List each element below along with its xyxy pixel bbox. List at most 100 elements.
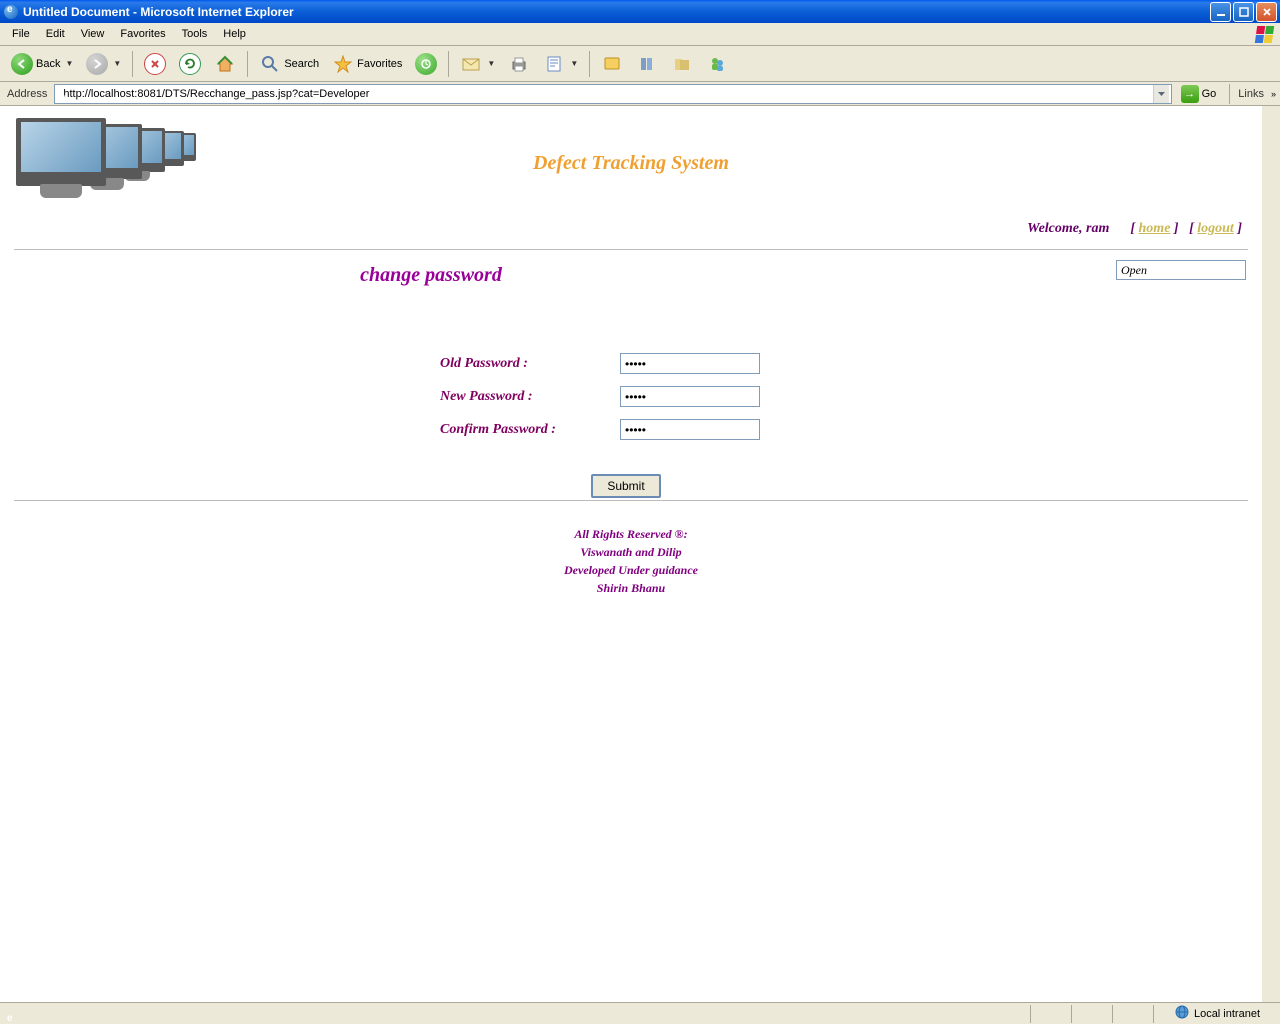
menu-tools[interactable]: Tools <box>174 25 216 43</box>
logout-link[interactable]: logout <box>1197 221 1234 236</box>
history-button[interactable] <box>410 50 442 78</box>
old-password-label: Old Password : <box>440 356 600 372</box>
welcome-row: Welcome, ram [ home ] [ logout ] <box>10 217 1252 247</box>
status-bar: Local intranet <box>0 1002 1280 1024</box>
form-row-old: Old Password : <box>10 347 1252 380</box>
close-button[interactable] <box>1256 2 1277 22</box>
forward-button[interactable]: ▼ <box>81 50 126 78</box>
zone-icon <box>1174 1004 1190 1023</box>
edit-button[interactable]: ▼ <box>538 50 583 78</box>
new-password-input[interactable] <box>620 386 760 407</box>
old-password-input[interactable] <box>620 353 760 374</box>
menu-help[interactable]: Help <box>215 25 254 43</box>
welcome-text: Welcome, ram <box>1027 221 1109 236</box>
back-dropdown-icon: ▼ <box>65 59 73 68</box>
menu-view[interactable]: View <box>73 25 113 43</box>
footer-line1: All Rights Reserved ®: <box>10 525 1252 543</box>
edit-icon <box>543 53 565 75</box>
discuss-icon <box>601 53 623 75</box>
address-input-wrapper <box>54 84 1171 104</box>
window-buttons <box>1210 2 1277 22</box>
menu-file[interactable]: File <box>4 25 38 43</box>
divider <box>14 249 1248 250</box>
refresh-button[interactable] <box>174 50 206 78</box>
messenger-button[interactable] <box>701 50 733 78</box>
mail-icon <box>460 53 482 75</box>
status-right: Local intranet <box>1174 1004 1276 1023</box>
search-label: Search <box>284 58 319 70</box>
home-icon <box>214 53 236 75</box>
toolbar-separator <box>1229 84 1230 104</box>
back-label: Back <box>36 58 60 70</box>
home-button[interactable] <box>209 50 241 78</box>
favorites-button[interactable]: Favorites <box>327 50 407 78</box>
confirm-password-label: Confirm Password : <box>440 422 600 438</box>
mail-button[interactable]: ▼ <box>455 50 500 78</box>
section-title: change password <box>10 264 852 287</box>
minimize-button[interactable] <box>1210 2 1231 22</box>
windows-flag-icon <box>1252 24 1276 44</box>
footer-line4: Shirin Bhanu <box>10 579 1252 597</box>
ie-page-icon <box>3 4 19 20</box>
search-icon <box>259 53 281 75</box>
stop-button[interactable] <box>139 50 171 78</box>
toolbar-separator <box>448 51 449 77</box>
history-icon <box>415 53 437 75</box>
form-row-new: New Password : <box>10 380 1252 413</box>
messenger-icon <box>706 53 728 75</box>
forward-dropdown-icon: ▼ <box>113 59 121 68</box>
page-content: Defect Tracking System Welcome, ram [ ho… <box>0 106 1262 629</box>
submit-row: Submit <box>10 474 1242 498</box>
address-bar: Address → Go Links » <box>0 82 1280 106</box>
discuss-button[interactable] <box>596 50 628 78</box>
new-password-label: New Password : <box>440 389 600 405</box>
edit-dropdown-icon: ▼ <box>570 59 578 68</box>
address-dropdown-icon[interactable] <box>1153 85 1169 103</box>
research-button[interactable] <box>631 50 663 78</box>
toolbar-separator <box>589 51 590 77</box>
open-field[interactable] <box>1116 260 1246 280</box>
back-button[interactable]: Back ▼ <box>6 50 78 78</box>
research-icon <box>636 53 658 75</box>
home-link[interactable]: home <box>1139 221 1171 236</box>
links-label[interactable]: Links <box>1238 88 1267 100</box>
toolbar-separator <box>132 51 133 77</box>
folder-icon <box>671 53 693 75</box>
refresh-icon <box>179 53 201 75</box>
submit-button[interactable]: Submit <box>591 474 660 498</box>
star-icon <box>332 53 354 75</box>
footer-line3: Developed Under guidance <box>10 561 1252 579</box>
browser-viewport: Defect Tracking System Welcome, ram [ ho… <box>0 106 1280 1002</box>
navigation-toolbar: Back ▼ ▼ Search Favorites ▼ ▼ <box>0 46 1280 82</box>
menu-favorites[interactable]: Favorites <box>112 25 173 43</box>
back-arrow-icon <box>11 53 33 75</box>
zone-label: Local intranet <box>1194 1008 1260 1020</box>
window-title: Untitled Document - Microsoft Internet E… <box>23 5 1210 19</box>
forward-arrow-icon <box>86 53 108 75</box>
links-chevron-icon[interactable]: » <box>1271 89 1276 99</box>
folder-button[interactable] <box>666 50 698 78</box>
address-input[interactable] <box>61 88 1152 100</box>
confirm-password-input[interactable] <box>620 419 760 440</box>
print-button[interactable] <box>503 50 535 78</box>
address-label: Address <box>4 88 50 100</box>
stop-icon <box>144 53 166 75</box>
app-title: Defect Tracking System <box>185 152 1077 175</box>
go-icon: → <box>1181 85 1199 103</box>
menu-bar: File Edit View Favorites Tools Help <box>0 23 1280 46</box>
maximize-button[interactable] <box>1233 2 1254 22</box>
toolbar-separator <box>247 51 248 77</box>
go-label: Go <box>1202 88 1217 100</box>
monitors-logo-icon <box>10 116 185 211</box>
divider <box>14 500 1248 501</box>
window-titlebar: Untitled Document - Microsoft Internet E… <box>0 0 1280 23</box>
footer-line2: Viswanath and Dilip <box>10 543 1252 561</box>
mail-dropdown-icon: ▼ <box>487 59 495 68</box>
go-button[interactable]: → Go <box>1176 83 1222 105</box>
page-header: Defect Tracking System <box>10 116 1252 211</box>
menu-edit[interactable]: Edit <box>38 25 73 43</box>
favorites-label: Favorites <box>357 58 402 70</box>
search-button[interactable]: Search <box>254 50 324 78</box>
print-icon <box>508 53 530 75</box>
page-footer: All Rights Reserved ®: Viswanath and Dil… <box>10 503 1252 619</box>
